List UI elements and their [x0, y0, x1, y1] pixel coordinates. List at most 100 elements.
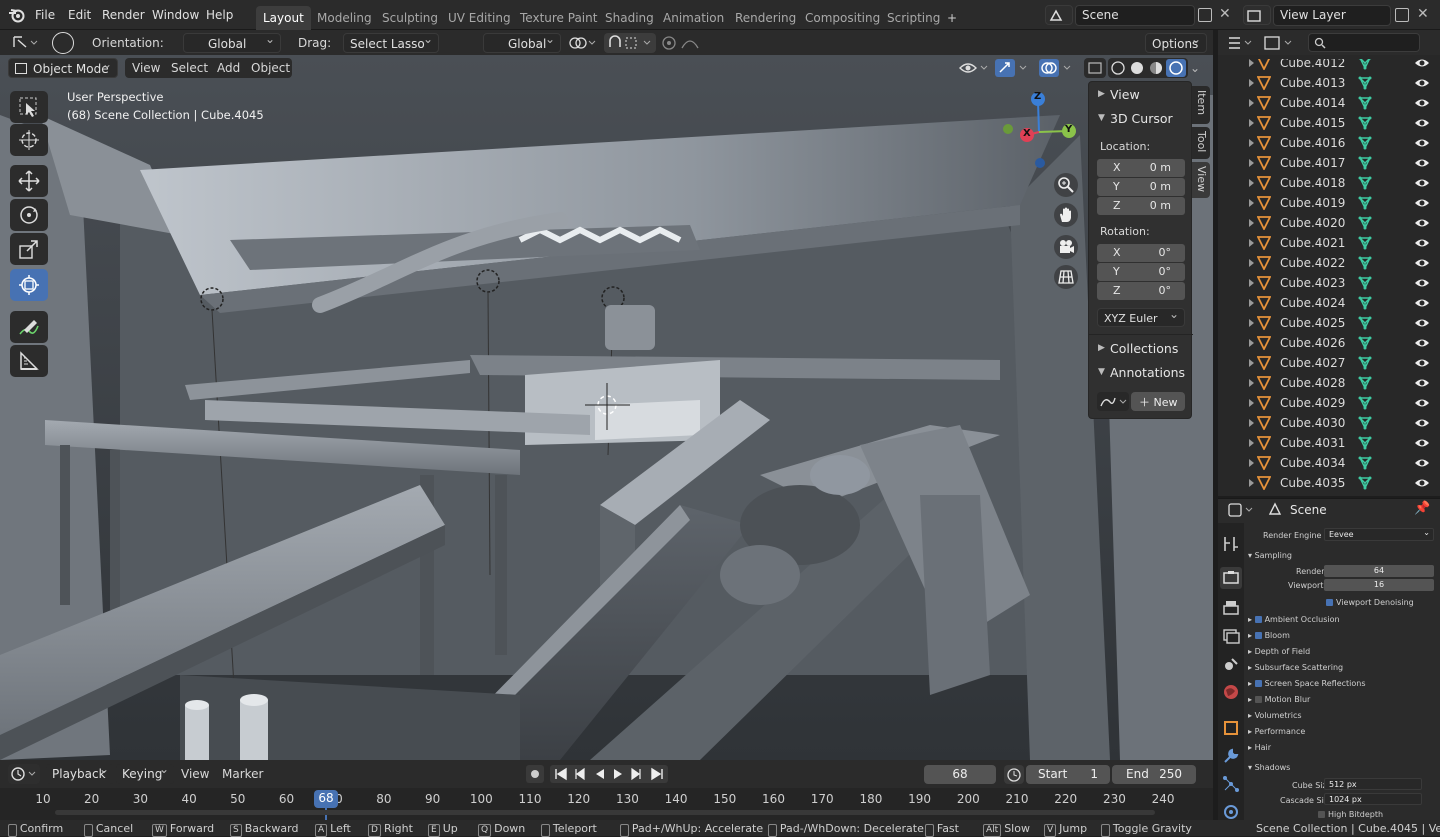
tab-uv-editing[interactable]: UV Editing [441, 6, 518, 30]
outliner-item[interactable]: Cube.4017 [1218, 153, 1440, 173]
outliner-item[interactable]: Cube.4027 [1218, 353, 1440, 373]
cursor-section-triangle-icon[interactable]: ▼ [1098, 113, 1105, 123]
xray-toggle-icon[interactable] [1084, 58, 1106, 78]
sidebar-tab-tool[interactable]: Tool [1192, 127, 1210, 159]
checkbox-checked-icon[interactable] [1254, 616, 1262, 623]
outliner-item[interactable]: Cube.4021 [1218, 233, 1440, 253]
menu-help[interactable]: Help [206, 8, 233, 22]
mesh-data-icon[interactable] [1358, 116, 1372, 130]
tab-animation[interactable]: Animation [656, 6, 731, 30]
rotation-mode-dropdown[interactable]: XYZ Euler [1097, 307, 1185, 327]
menu-file[interactable]: File [35, 8, 55, 22]
viewport-denoising-checkbox[interactable]: Viewport Denoising [1326, 598, 1414, 607]
tab-sculpting[interactable]: Sculpting [375, 6, 445, 30]
playback-menu[interactable]: Playback [46, 762, 114, 784]
options-dropdown[interactable]: Options [1145, 32, 1207, 53]
properties-editor-icon[interactable] [1226, 501, 1256, 519]
preview-range-icon[interactable] [1004, 765, 1024, 784]
high-bitdepth-checkbox[interactable]: High Bitdepth [1318, 810, 1383, 819]
eye-visibility-icon[interactable] [1414, 297, 1430, 309]
mesh-data-icon[interactable] [1358, 296, 1372, 310]
outliner-item[interactable]: Cube.4023 [1218, 273, 1440, 293]
world-properties-icon[interactable] [1220, 681, 1242, 703]
new-annotation-button[interactable]: ＋ New [1131, 392, 1185, 411]
render-properties-icon[interactable] [1220, 567, 1242, 589]
effect-panel-header[interactable]: ▸ Motion Blur [1248, 695, 1310, 704]
mesh-data-icon[interactable] [1358, 476, 1372, 490]
drag-dropdown[interactable]: Select Lasso [343, 32, 439, 53]
outliner-item[interactable]: Cube.4028 [1218, 373, 1440, 393]
tab-texture-paint[interactable]: Texture Paint [513, 6, 604, 30]
sampling-header[interactable]: ▾ Sampling [1248, 551, 1292, 560]
tab-layout[interactable]: Layout [256, 6, 311, 30]
outliner-item[interactable]: Cube.4022 [1218, 253, 1440, 273]
shadows-header[interactable]: ▾ Shadows [1248, 763, 1290, 772]
outliner-item[interactable]: Cube.4013 [1218, 73, 1440, 93]
cube-size-dropdown[interactable]: 512 px [1324, 778, 1422, 790]
render-engine-dropdown[interactable]: Eevee ⌄ [1324, 528, 1434, 541]
outliner-item[interactable]: Cube.4026 [1218, 333, 1440, 353]
expand-triangle-icon[interactable] [1249, 319, 1254, 327]
expand-triangle-icon[interactable] [1249, 219, 1254, 227]
ortho-grid-icon[interactable] [1054, 265, 1078, 289]
viewport-menu-object[interactable]: Object [251, 61, 290, 75]
mesh-data-icon[interactable] [1358, 136, 1372, 150]
timeline-scrollbar[interactable] [55, 810, 1155, 815]
expand-triangle-icon[interactable] [1249, 359, 1254, 367]
collections-triangle-icon[interactable]: ▶ [1098, 343, 1105, 353]
eye-visibility-icon[interactable] [1414, 277, 1430, 289]
mesh-data-icon[interactable] [1358, 196, 1372, 210]
effect-panel-header[interactable]: ▸ Screen Space Reflections [1248, 679, 1366, 688]
eye-visibility-icon[interactable] [1414, 437, 1430, 449]
eye-visibility-icon[interactable] [1414, 157, 1430, 169]
mesh-data-icon[interactable] [1358, 456, 1372, 470]
scene-name-field[interactable]: Scene [1075, 5, 1195, 26]
output-properties-icon[interactable] [1220, 597, 1242, 619]
viewport-samples-field[interactable]: 16 [1324, 579, 1434, 591]
mesh-data-icon[interactable] [1358, 76, 1372, 90]
object-properties-icon[interactable] [1220, 717, 1242, 739]
pan-hand-icon[interactable] [1054, 203, 1078, 227]
location-x-field[interactable]: X 0 m [1097, 159, 1185, 177]
expand-triangle-icon[interactable] [1249, 79, 1254, 87]
expand-triangle-icon[interactable] [1249, 179, 1254, 187]
eye-visibility-icon[interactable] [1414, 77, 1430, 89]
expand-triangle-icon[interactable] [1249, 439, 1254, 447]
expand-triangle-icon[interactable] [1249, 99, 1254, 107]
new-scene-icon[interactable] [1198, 8, 1212, 22]
delete-view-layer-icon[interactable]: ✕ [1417, 6, 1429, 22]
sidebar-tab-item[interactable]: Item [1192, 86, 1210, 124]
viewport-menu-select[interactable]: Select [171, 61, 208, 75]
eye-visibility-icon[interactable] [1414, 59, 1430, 69]
timeline-menu-view[interactable]: View [181, 767, 209, 781]
keying-menu[interactable]: Keying [116, 762, 174, 784]
modifier-properties-icon[interactable] [1220, 745, 1242, 767]
mesh-data-icon[interactable] [1358, 416, 1372, 430]
editor-type-icon[interactable] [1226, 34, 1254, 52]
snap-toggle-icon[interactable] [604, 33, 656, 53]
new-view-layer-icon[interactable] [1395, 8, 1409, 22]
menu-window[interactable]: Window [152, 8, 199, 22]
camera-view-icon[interactable] [1054, 235, 1078, 259]
outliner-item[interactable]: Cube.4030 [1218, 413, 1440, 433]
select-mode-icon[interactable] [10, 33, 38, 52]
expand-triangle-icon[interactable] [1249, 119, 1254, 127]
tab-modeling[interactable]: Modeling [310, 6, 379, 30]
eye-visibility-icon[interactable] [1414, 417, 1430, 429]
cursor-section-header[interactable]: 3D Cursor [1110, 111, 1173, 126]
rotation-x-field[interactable]: X 0° [1097, 244, 1185, 262]
effect-panel-header[interactable]: ▸ Bloom [1248, 631, 1290, 640]
eye-visibility-icon[interactable] [1414, 317, 1430, 329]
outliner-item[interactable]: Cube.4034 [1218, 453, 1440, 473]
outliner-item[interactable]: Cube.4035 [1218, 473, 1440, 493]
navigation-gizmo[interactable]: Z Y X [995, 87, 1085, 177]
eye-visibility-icon[interactable] [1414, 97, 1430, 109]
mesh-data-icon[interactable] [1358, 276, 1372, 290]
tool-select-box[interactable] [10, 91, 48, 123]
3d-viewport[interactable]: Object Mode View Select Add Object ⌄ Use… [0, 55, 1213, 760]
mesh-data-icon[interactable] [1358, 436, 1372, 450]
effect-panel-header[interactable]: ▸ Subsurface Scattering [1248, 663, 1343, 672]
eye-visibility-icon[interactable] [1414, 377, 1430, 389]
scene-properties-icon[interactable] [1220, 653, 1242, 675]
expand-triangle-icon[interactable] [1249, 479, 1254, 487]
